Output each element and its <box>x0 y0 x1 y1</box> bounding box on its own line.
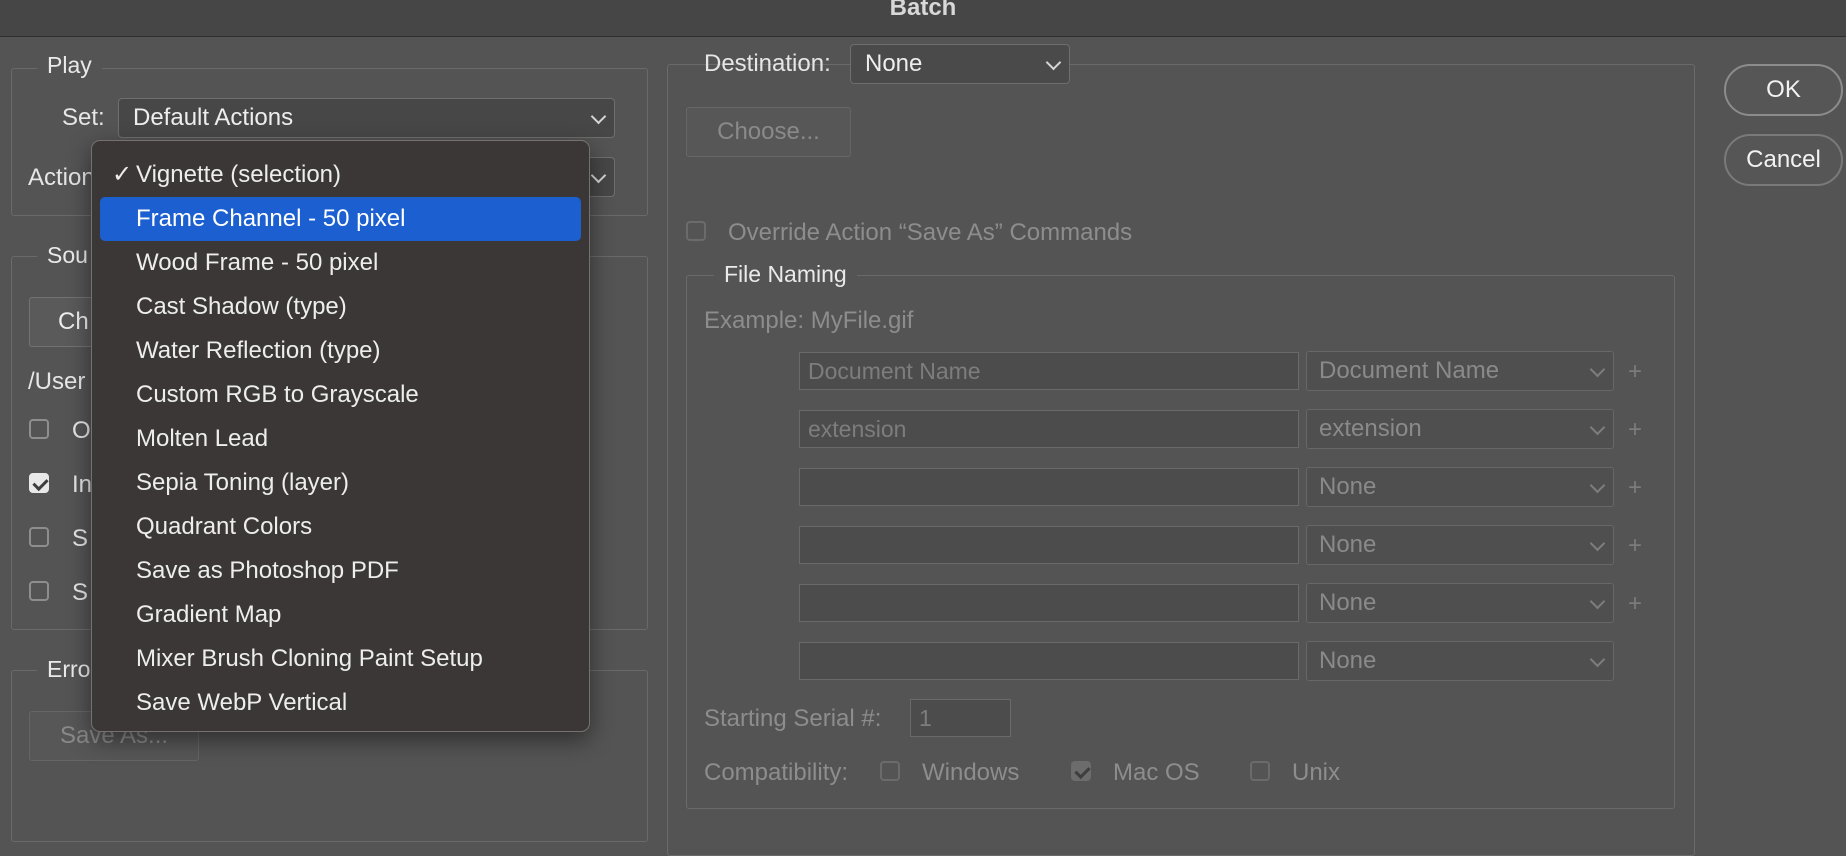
chevron-down-icon <box>1589 361 1606 378</box>
destination-choose-label: Choose... <box>717 118 820 145</box>
naming-select-6[interactable]: None <box>1306 641 1614 681</box>
menu-item-label: Quadrant Colors <box>136 513 313 540</box>
source-option-3-checkbox[interactable] <box>29 527 49 547</box>
chevron-down-icon <box>1589 477 1606 494</box>
menu-item-quadrant-colors[interactable]: Quadrant Colors <box>100 505 581 549</box>
macos-label: Mac OS <box>1113 759 1200 786</box>
menu-item-cast-shadow[interactable]: Cast Shadow (type) <box>100 285 581 329</box>
naming-field-4[interactable] <box>799 526 1299 564</box>
menu-item-label: Custom RGB to Grayscale <box>136 381 419 408</box>
unix-checkbox[interactable] <box>1250 761 1270 781</box>
naming-select-4-value: None <box>1319 531 1377 558</box>
title-bar: Batch <box>0 0 1846 37</box>
override-label: Override Action “Save As” Commands <box>728 219 1133 246</box>
action-dropdown-menu: ✓ Vignette (selection) Frame Channel - 5… <box>91 140 590 732</box>
window-title: Batch <box>889 0 957 21</box>
naming-add-1-button[interactable]: + <box>1628 358 1642 386</box>
set-select[interactable]: Default Actions <box>118 98 615 138</box>
menu-item-mixer-brush[interactable]: Mixer Brush Cloning Paint Setup <box>100 637 581 681</box>
chevron-down-icon <box>1589 535 1606 552</box>
source-option-1-checkbox[interactable] <box>29 419 49 439</box>
naming-select-6-value: None <box>1319 647 1377 674</box>
chevron-down-icon <box>590 167 607 184</box>
macos-checkbox[interactable] <box>1071 761 1091 781</box>
naming-add-3-button[interactable]: + <box>1628 474 1642 502</box>
naming-select-1-value: Document Name <box>1319 357 1500 384</box>
naming-select-2[interactable]: extension <box>1306 409 1614 449</box>
chevron-down-icon <box>590 108 607 125</box>
serial-label: Starting Serial #: <box>704 705 882 732</box>
file-naming-example: Example: MyFile.gif <box>704 307 914 334</box>
windows-checkbox[interactable] <box>880 761 900 781</box>
menu-item-molten-lead[interactable]: Molten Lead <box>100 417 581 461</box>
menu-item-custom-rgb[interactable]: Custom RGB to Grayscale <box>100 373 581 417</box>
naming-select-5-value: None <box>1319 589 1377 616</box>
naming-field-3[interactable] <box>799 468 1299 506</box>
naming-select-1[interactable]: Document Name <box>1306 351 1614 391</box>
set-label: Set: <box>62 104 105 131</box>
ok-button[interactable]: OK <box>1724 64 1843 116</box>
menu-item-label: Gradient Map <box>136 601 282 628</box>
naming-add-5-button[interactable]: + <box>1628 590 1642 618</box>
menu-item-save-pdf[interactable]: Save as Photoshop PDF <box>100 549 581 593</box>
override-checkbox[interactable] <box>686 221 706 241</box>
menu-item-label: Frame Channel - 50 pixel <box>136 205 406 232</box>
play-legend: Play <box>37 52 102 79</box>
menu-item-vignette[interactable]: ✓ Vignette (selection) <box>100 153 581 197</box>
menu-item-label: Save WebP Vertical <box>136 689 348 716</box>
naming-add-4-button[interactable]: + <box>1628 532 1642 560</box>
destination-select[interactable]: None <box>850 44 1070 84</box>
source-option-1-label: O <box>72 417 91 444</box>
chevron-down-icon <box>1589 419 1606 436</box>
source-path: /User <box>28 368 86 395</box>
action-label: Action <box>28 164 95 191</box>
menu-item-gradient-map[interactable]: Gradient Map <box>100 593 581 637</box>
naming-select-4[interactable]: None <box>1306 525 1614 565</box>
checkmark-icon: ✓ <box>112 161 133 188</box>
source-option-2-checkbox[interactable] <box>29 473 49 493</box>
serial-field[interactable]: 1 <box>910 699 1011 737</box>
naming-field-5[interactable] <box>799 584 1299 622</box>
compatibility-label: Compatibility: <box>704 759 849 786</box>
menu-item-save-webp[interactable]: Save WebP Vertical <box>100 681 581 725</box>
destination-label: Destination: <box>704 50 831 77</box>
file-naming-legend: File Naming <box>714 261 857 288</box>
naming-field-6[interactable] <box>799 642 1299 680</box>
source-option-4-label: S <box>72 579 89 606</box>
source-choose-label: Ch <box>58 308 89 335</box>
menu-item-label: Vignette (selection) <box>136 161 342 188</box>
menu-item-label: Water Reflection (type) <box>136 337 381 364</box>
unix-label: Unix <box>1292 759 1341 786</box>
menu-item-label: Mixer Brush Cloning Paint Setup <box>136 645 483 672</box>
source-option-3-label: S <box>72 525 89 552</box>
set-value: Default Actions <box>133 104 294 131</box>
menu-item-label: Wood Frame - 50 pixel <box>136 249 379 276</box>
destination-value: None <box>865 50 923 77</box>
naming-select-2-value: extension <box>1319 415 1422 442</box>
menu-item-sepia-toning[interactable]: Sepia Toning (layer) <box>100 461 581 505</box>
chevron-down-icon <box>1589 651 1606 668</box>
naming-select-3[interactable]: None <box>1306 467 1614 507</box>
chevron-down-icon <box>1045 54 1062 71</box>
menu-item-label: Cast Shadow (type) <box>136 293 347 320</box>
cancel-button[interactable]: Cancel <box>1724 134 1843 186</box>
menu-item-wood-frame[interactable]: Wood Frame - 50 pixel <box>100 241 581 285</box>
chevron-down-icon <box>1589 593 1606 610</box>
menu-item-label: Save as Photoshop PDF <box>136 557 399 584</box>
menu-item-frame-channel[interactable]: Frame Channel - 50 pixel <box>100 197 581 241</box>
naming-field-1[interactable]: Document Name <box>799 352 1299 390</box>
menu-item-water-reflection[interactable]: Water Reflection (type) <box>100 329 581 373</box>
source-option-4-checkbox[interactable] <box>29 581 49 601</box>
menu-item-label: Sepia Toning (layer) <box>136 469 350 496</box>
naming-field-2[interactable]: extension <box>799 410 1299 448</box>
source-option-2-label: In <box>72 471 93 498</box>
source-legend: Sou <box>37 242 98 269</box>
menu-item-label: Molten Lead <box>136 425 269 452</box>
naming-add-2-button[interactable]: + <box>1628 416 1642 444</box>
naming-select-3-value: None <box>1319 473 1377 500</box>
naming-select-5[interactable]: None <box>1306 583 1614 623</box>
windows-label: Windows <box>922 759 1020 786</box>
destination-choose-button[interactable]: Choose... <box>686 107 851 157</box>
